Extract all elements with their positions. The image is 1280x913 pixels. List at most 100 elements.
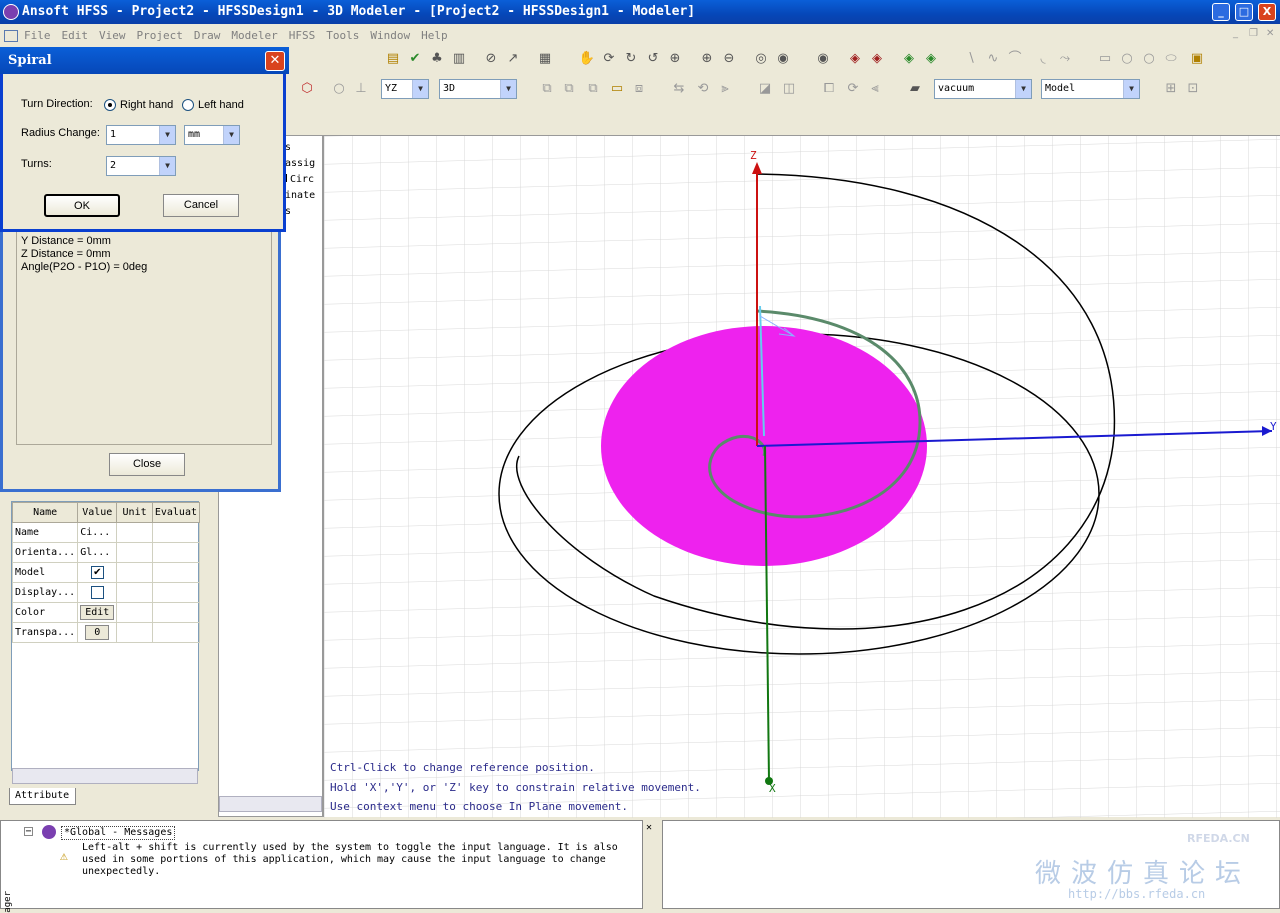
column-header[interactable]: Evaluat bbox=[151, 502, 201, 523]
center-arc-icon[interactable]: ◟ bbox=[1034, 50, 1052, 68]
maximize-button[interactable]: □ bbox=[1235, 3, 1253, 21]
turns-input[interactable]: 2 ▼ bbox=[106, 156, 176, 176]
visibility-icon[interactable]: ◉ bbox=[814, 50, 832, 68]
panel-close-icon[interactable]: ✕ bbox=[646, 822, 652, 833]
grid-icon[interactable]: ▦ bbox=[536, 50, 554, 68]
rectangle-icon[interactable]: ▭ bbox=[1096, 50, 1114, 68]
material-icon[interactable]: ▰ bbox=[906, 80, 924, 98]
zoom-out-icon[interactable]: ⊖ bbox=[720, 50, 738, 68]
properties-horizontal-scrollbar[interactable] bbox=[12, 768, 198, 784]
table-row[interactable]: Transpa... 0 bbox=[11, 622, 201, 643]
left-hand-radio[interactable] bbox=[182, 99, 194, 111]
pan-icon[interactable]: ✋ bbox=[578, 50, 596, 68]
left-hand-label[interactable]: Left hand bbox=[198, 99, 244, 111]
menu-help[interactable]: Help bbox=[421, 29, 448, 42]
coordinate-system-icon[interactable]: ⊞ bbox=[1162, 80, 1180, 98]
mode-select[interactable]: Model ▼ bbox=[1041, 79, 1140, 99]
fit-selection-icon[interactable]: ◉ bbox=[774, 50, 792, 68]
move-icon[interactable]: ⇆ bbox=[670, 80, 688, 98]
validate-icon[interactable]: ✔ bbox=[406, 50, 424, 68]
show-icon[interactable]: ◈ bbox=[900, 50, 918, 68]
display-wireframe-checkbox[interactable] bbox=[90, 586, 104, 599]
table-row[interactable]: Display... bbox=[11, 582, 201, 603]
sweep-icon[interactable]: ◪ bbox=[756, 80, 774, 98]
analyze-icon[interactable]: ♣ bbox=[428, 50, 446, 68]
separate-icon[interactable]: ⧈ bbox=[630, 80, 648, 98]
menu-window[interactable]: Window bbox=[370, 29, 410, 42]
duplicate-mirror-icon[interactable]: ⫷ bbox=[866, 80, 884, 98]
fit-all-icon[interactable]: ◎ bbox=[752, 50, 770, 68]
notes-icon[interactable]: ▤ bbox=[384, 50, 402, 68]
rotate-local-icon[interactable]: ↻ bbox=[622, 50, 640, 68]
global-messages-node[interactable]: *Global - Messages bbox=[61, 826, 176, 840]
message-manager-side-tab[interactable]: ager bbox=[2, 891, 14, 913]
hide-all-icon[interactable]: ◈ bbox=[868, 50, 886, 68]
menu-view[interactable]: View bbox=[99, 29, 126, 42]
measure-close-button[interactable]: Close bbox=[109, 453, 185, 476]
minimize-button[interactable]: _ bbox=[1212, 3, 1230, 21]
radius-change-input[interactable]: 1 ▼ bbox=[106, 125, 176, 145]
fields-icon[interactable]: ⊘ bbox=[482, 50, 500, 68]
property-value[interactable]: Gl... bbox=[77, 542, 118, 563]
plot-icon[interactable]: ↗ bbox=[504, 50, 522, 68]
cancel-button[interactable]: Cancel bbox=[163, 194, 239, 217]
mdi-restore-icon[interactable]: ❐ bbox=[1249, 28, 1258, 39]
rotate-icon[interactable]: ⟳ bbox=[600, 50, 618, 68]
split-icon[interactable]: ▭ bbox=[608, 80, 626, 98]
mdi-close-icon[interactable]: ✕ bbox=[1266, 28, 1274, 39]
orient-icon[interactable]: ↺ bbox=[644, 50, 662, 68]
close-window-button[interactable]: X bbox=[1258, 3, 1276, 21]
tab-attribute[interactable]: Attribute bbox=[9, 788, 76, 805]
face-cs-icon[interactable]: ⊡ bbox=[1184, 80, 1202, 98]
model-checkbox[interactable]: ✔ bbox=[90, 566, 104, 579]
property-value[interactable]: Ci... bbox=[77, 522, 118, 543]
object-icon[interactable]: ⬡ bbox=[298, 80, 316, 98]
ok-button[interactable]: OK bbox=[44, 194, 120, 217]
radius-unit-select[interactable]: mm ▼ bbox=[184, 125, 240, 145]
ellipse-icon[interactable]: ○ bbox=[1140, 50, 1158, 68]
spin-icon[interactable]: ⊕ bbox=[666, 50, 684, 68]
menu-hfss[interactable]: HFSS bbox=[289, 29, 316, 42]
table-row[interactable]: Name Ci... bbox=[11, 522, 201, 543]
duplicate-around-icon[interactable]: ⟳ bbox=[844, 80, 862, 98]
menu-modeler[interactable]: Modeler bbox=[231, 29, 277, 42]
menu-draw[interactable]: Draw bbox=[194, 29, 221, 42]
unite-icon[interactable]: ⧉ bbox=[538, 80, 556, 98]
properties-grid[interactable]: Name Value Unit Evaluat Name Ci... Orient… bbox=[11, 501, 201, 784]
table-row[interactable]: Color Edit bbox=[11, 602, 201, 623]
circle-icon[interactable]: ○ bbox=[1118, 50, 1136, 68]
color-edit-button[interactable]: Edit bbox=[80, 605, 115, 620]
dimension-select[interactable]: 3D ▼ bbox=[439, 79, 517, 99]
column-header[interactable]: Value bbox=[77, 502, 118, 523]
point-icon[interactable]: ○ bbox=[330, 80, 348, 98]
column-header[interactable]: Name bbox=[11, 502, 79, 523]
table-row[interactable]: Orienta... Gl... bbox=[11, 542, 201, 563]
thicken-icon[interactable]: ◫ bbox=[780, 80, 798, 98]
results-icon[interactable]: ▥ bbox=[450, 50, 468, 68]
right-hand-label[interactable]: Right hand bbox=[120, 99, 173, 111]
line-icon[interactable]: ∖ bbox=[962, 50, 980, 68]
column-header[interactable]: Unit bbox=[116, 502, 153, 523]
table-row[interactable]: Model ✔ bbox=[11, 562, 201, 583]
duplicate-icon[interactable]: ⧠ bbox=[820, 80, 838, 98]
collapse-icon[interactable]: − bbox=[24, 827, 33, 837]
axis-icon[interactable]: ⊥ bbox=[352, 80, 370, 98]
spline-icon[interactable]: ∿ bbox=[984, 50, 1002, 68]
3d-viewport[interactable]: Z Y X bbox=[323, 135, 1280, 818]
intersect-icon[interactable]: ⧉ bbox=[584, 80, 602, 98]
hide-icon[interactable]: ◈ bbox=[846, 50, 864, 68]
menu-file[interactable]: File bbox=[24, 29, 51, 42]
mirror-icon[interactable]: ⫸ bbox=[716, 80, 734, 98]
zoom-in-icon[interactable]: ⊕ bbox=[698, 50, 716, 68]
show-all-icon[interactable]: ◈ bbox=[922, 50, 940, 68]
rotate-obj-icon[interactable]: ⟲ bbox=[694, 80, 712, 98]
material-select[interactable]: vacuum ▼ bbox=[934, 79, 1032, 99]
mdi-minimize-icon[interactable]: _ bbox=[1233, 28, 1238, 39]
menu-tools[interactable]: Tools bbox=[326, 29, 359, 42]
menu-project[interactable]: Project bbox=[137, 29, 183, 42]
subtract-icon[interactable]: ⧉ bbox=[560, 80, 578, 98]
arc-icon[interactable]: ⌒ bbox=[1006, 50, 1024, 68]
menu-edit[interactable]: Edit bbox=[62, 29, 89, 42]
box-icon[interactable]: ▣ bbox=[1188, 50, 1206, 68]
plane-select[interactable]: YZ ▼ bbox=[381, 79, 429, 99]
